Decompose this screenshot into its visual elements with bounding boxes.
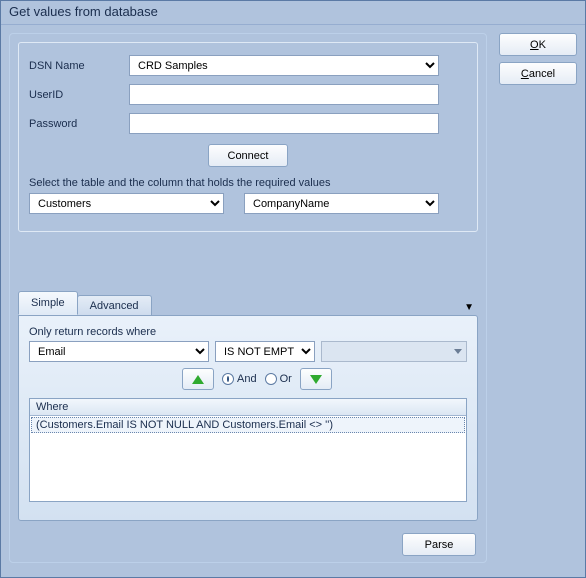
and-radio[interactable]: And [222,373,257,385]
parse-button[interactable]: Parse [402,533,476,556]
tab-advanced[interactable]: Advanced [77,295,152,315]
or-label: Or [280,373,292,385]
table-column-hint: Select the table and the column that hol… [29,177,467,189]
tab-strip: Simple Advanced ▼ [18,291,478,315]
filter-label: Only return records where [29,326,467,338]
tab-expand-icon[interactable]: ▼ [460,300,478,315]
filter-field-select[interactable]: Email [29,341,209,362]
dialog-window: Get values from database OK Cancel DSN N… [0,0,586,578]
window-title: Get values from database [9,4,158,19]
filter-operator-select[interactable]: IS NOT EMPTY [215,341,315,362]
and-label: And [237,373,257,385]
title-bar: Get values from database [1,1,585,25]
main-frame: DSN Name CRD Samples UserID Password Con… [9,33,487,563]
tab-panel-simple: Only return records where Email IS NOT E… [18,315,478,521]
radio-icon [265,373,277,385]
action-buttons: OK Cancel [499,33,577,85]
where-grid-row[interactable]: (Customers.Email IS NOT NULL AND Custome… [31,417,465,433]
cancel-button[interactable]: Cancel [499,62,577,85]
filter-value-combo[interactable] [321,341,467,362]
radio-icon [222,373,234,385]
dialog-body: OK Cancel DSN Name CRD Samples UserID Pa… [1,25,585,575]
remove-condition-button[interactable] [182,368,214,390]
column-select[interactable]: CompanyName [244,193,439,214]
tab-simple[interactable]: Simple [18,291,78,315]
userid-label: UserID [29,89,129,101]
connect-button[interactable]: Connect [208,144,288,167]
arrow-down-icon [310,375,322,384]
password-label: Password [29,118,129,130]
filter-tabs: Simple Advanced ▼ Only return records wh… [18,291,478,521]
arrow-up-icon [192,375,204,384]
connection-frame: DSN Name CRD Samples UserID Password Con… [18,42,478,232]
dsn-label: DSN Name [29,60,129,72]
table-select[interactable]: Customers [29,193,224,214]
ok-button[interactable]: OK [499,33,577,56]
add-condition-button[interactable] [300,368,332,390]
password-input[interactable] [129,113,439,134]
where-grid-header: Where [30,399,466,416]
userid-input[interactable] [129,84,439,105]
where-grid[interactable]: Where (Customers.Email IS NOT NULL AND C… [29,398,467,502]
dsn-select[interactable]: CRD Samples [129,55,439,76]
or-radio[interactable]: Or [265,373,292,385]
